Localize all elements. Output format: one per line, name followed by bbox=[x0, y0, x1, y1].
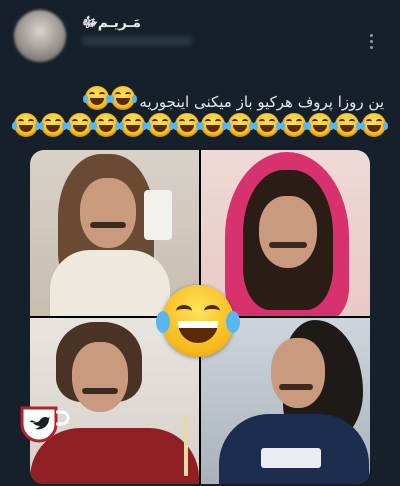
laughing-emoji-icon bbox=[252, 113, 281, 137]
photo-top-left[interactable] bbox=[30, 150, 199, 316]
laughing-emoji-icon bbox=[156, 285, 240, 357]
twitter-cup-logo-icon bbox=[16, 402, 70, 446]
laughing-emoji-icon bbox=[119, 113, 148, 137]
tweet-header: مَـریـمﷻ bbox=[0, 0, 400, 80]
tweet-text-content: ین روزا پروف هرکیو باز میکنی اینجوریه bbox=[139, 93, 384, 111]
laughing-emoji-icon bbox=[306, 113, 335, 137]
more-dot-icon bbox=[369, 39, 373, 43]
avatar[interactable] bbox=[14, 10, 66, 62]
more-options-button[interactable] bbox=[360, 28, 382, 54]
emoji-row bbox=[12, 112, 388, 138]
laughing-emoji-icon bbox=[12, 113, 40, 137]
laughing-emoji-icon bbox=[359, 113, 388, 137]
laughing-emoji-icon bbox=[145, 113, 174, 137]
laughing-emoji-icon bbox=[92, 113, 121, 137]
laughing-emoji-icon bbox=[172, 113, 201, 137]
display-name[interactable]: مَـریـمﷻ bbox=[82, 14, 141, 34]
laughing-emoji-icon bbox=[199, 113, 228, 137]
laughing-emoji-icon bbox=[226, 113, 255, 137]
laughing-emoji-icon bbox=[65, 113, 94, 137]
laughing-emoji-icon bbox=[279, 113, 308, 137]
handle-blurred bbox=[82, 36, 192, 46]
laughing-emoji-icon bbox=[38, 113, 67, 137]
more-dot-icon bbox=[369, 33, 373, 37]
photo-top-right[interactable] bbox=[201, 150, 370, 316]
laughing-emoji-icon bbox=[333, 113, 362, 137]
more-dot-icon bbox=[369, 45, 373, 49]
